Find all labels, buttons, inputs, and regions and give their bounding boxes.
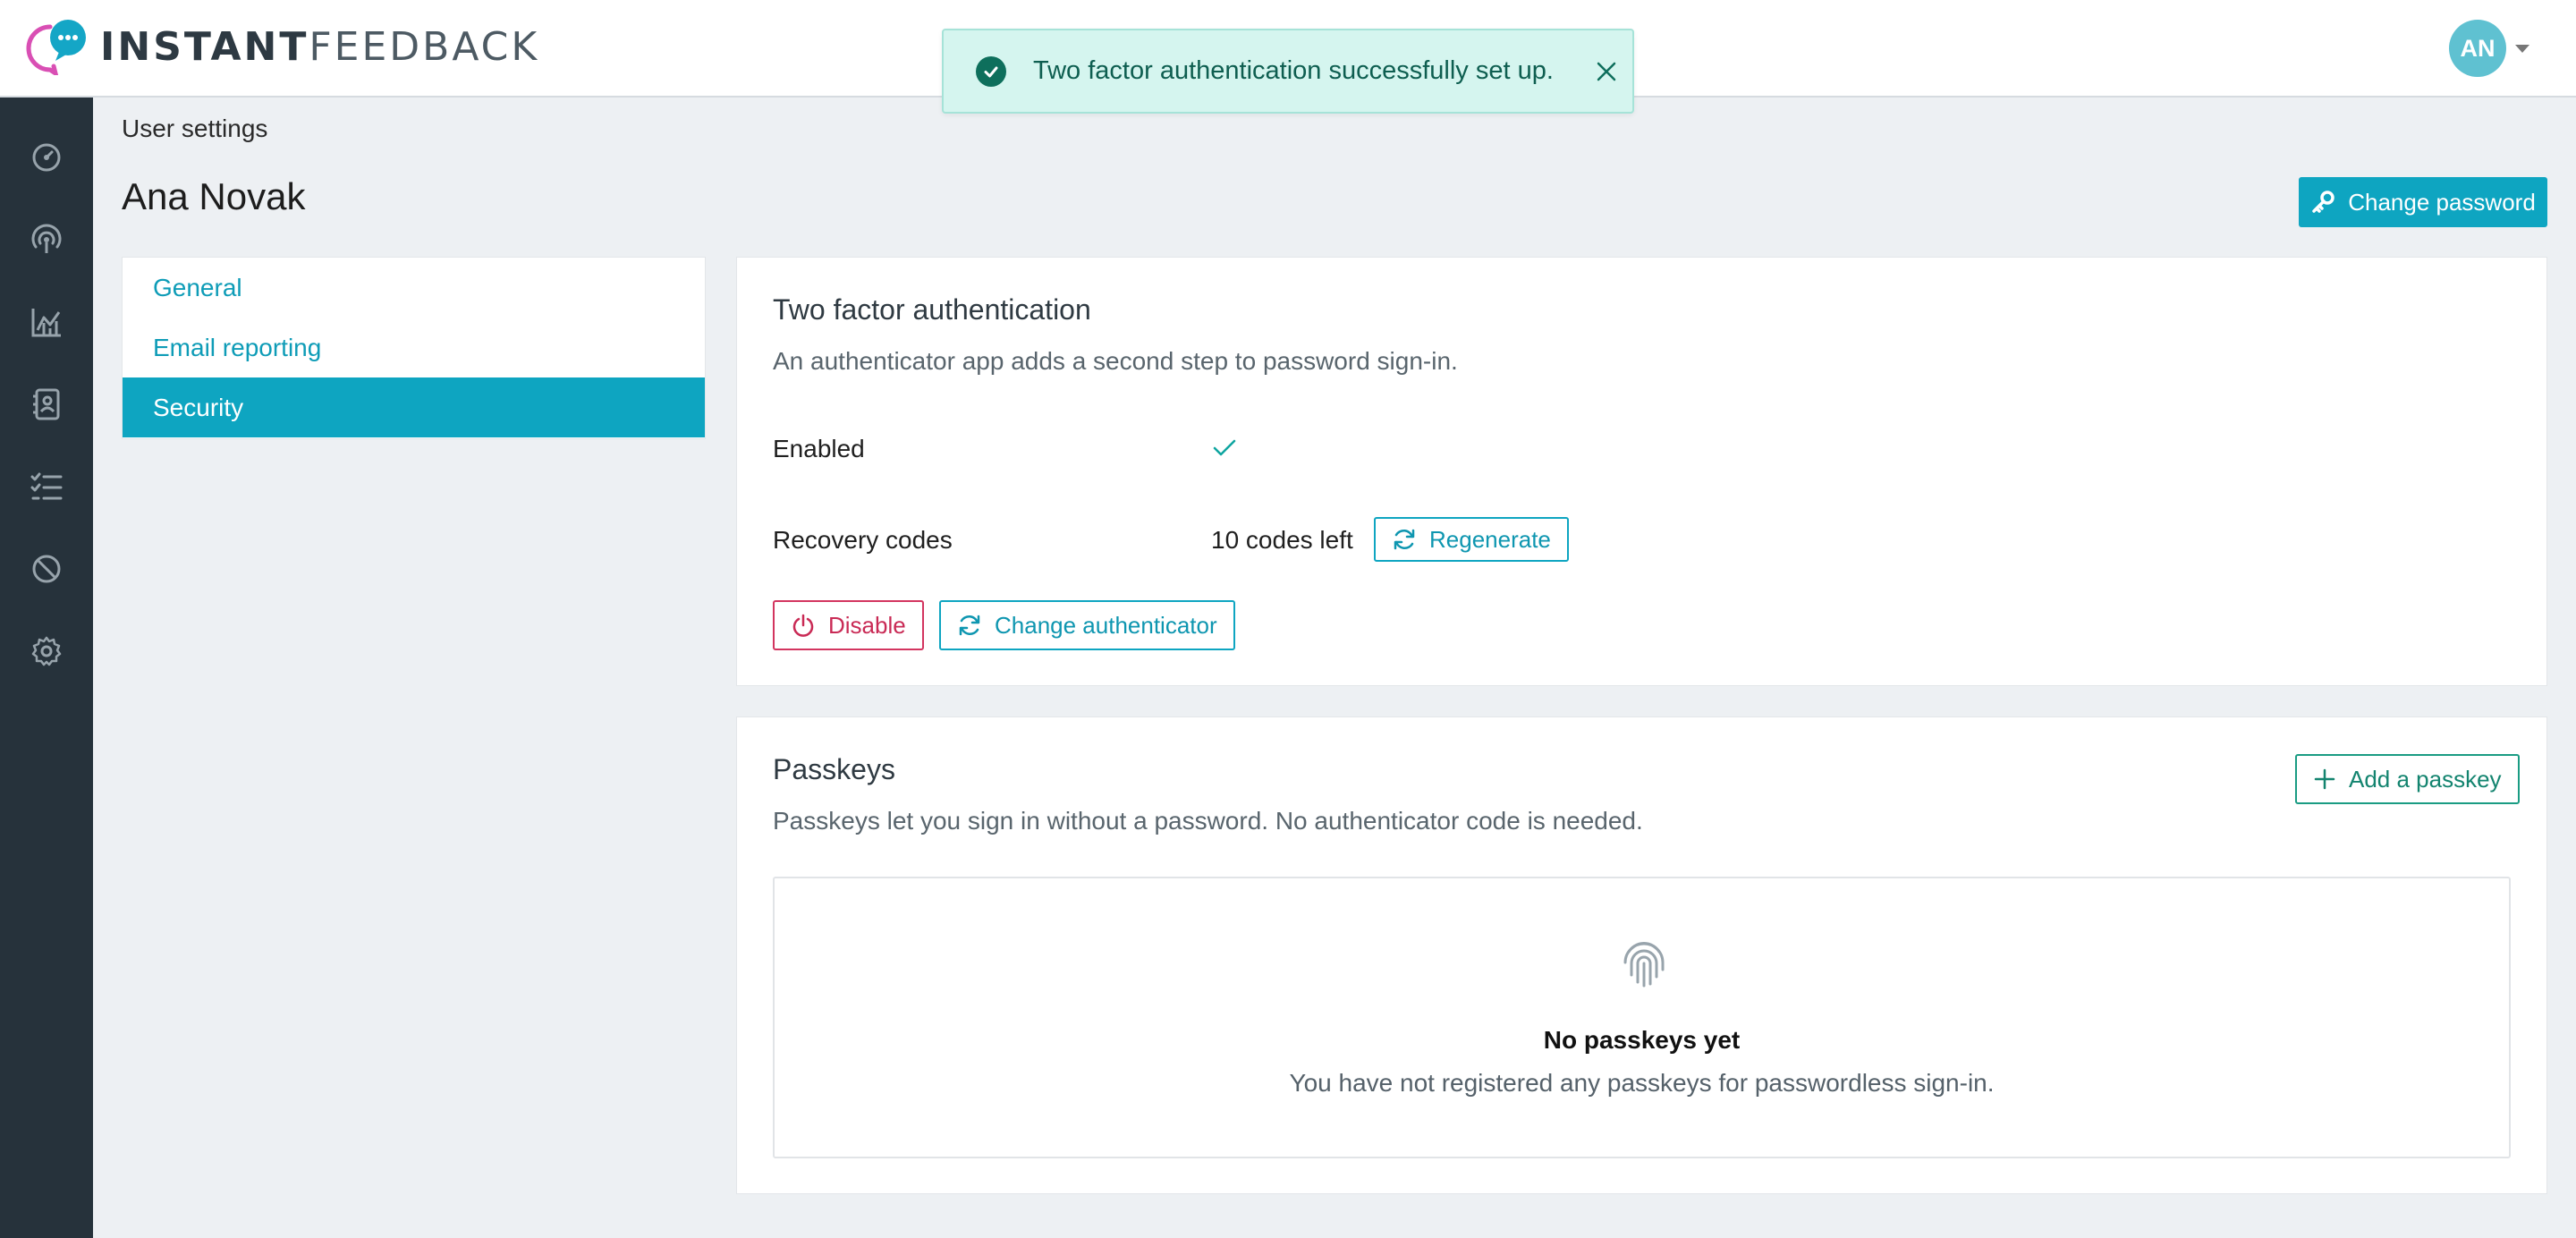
- checklist-icon[interactable]: [29, 469, 64, 505]
- power-icon: [792, 614, 814, 637]
- passkeys-description: Passkeys let you sign in without a passw…: [773, 807, 1643, 835]
- check-icon: [1211, 434, 1238, 467]
- add-passkey-label: Add a passkey: [2349, 765, 2502, 793]
- two-factor-title: Two factor authentication: [773, 293, 1091, 326]
- passkeys-card: Passkeys Passkeys let you sign in withou…: [736, 717, 2547, 1194]
- check-circle-icon: [976, 55, 1006, 87]
- regenerate-label: Regenerate: [1429, 525, 1551, 553]
- app-logo[interactable]: INSTANT FEEDBACK: [20, 18, 539, 75]
- breadcrumb[interactable]: User settings: [122, 114, 267, 143]
- gear-icon[interactable]: [29, 633, 64, 669]
- refresh-icon: [959, 615, 980, 636]
- toast-message: Two factor authentication successfully s…: [1033, 56, 1554, 85]
- page-title: Ana Novak: [122, 175, 306, 217]
- change-authenticator-button[interactable]: Change authenticator: [939, 600, 1235, 650]
- chart-icon[interactable]: [29, 304, 64, 340]
- passkeys-empty-state: No passkeys yet You have not registered …: [773, 877, 2511, 1158]
- menu-item-security[interactable]: Security: [123, 377, 705, 437]
- dashboard-icon[interactable]: [29, 140, 64, 175]
- menu-item-general[interactable]: General: [123, 258, 705, 318]
- recovery-codes-value: 10 codes left: [1211, 526, 1353, 554]
- passkeys-title: Passkeys: [773, 753, 895, 785]
- broadcast-icon[interactable]: [29, 222, 64, 258]
- enabled-label: Enabled: [773, 435, 865, 462]
- block-icon[interactable]: [29, 551, 64, 587]
- change-password-label: Change password: [2348, 188, 2536, 216]
- plus-icon: [2314, 768, 2335, 790]
- two-factor-card: Two factor authentication An authenticat…: [736, 257, 2547, 686]
- change-password-button[interactable]: Change password: [2299, 177, 2547, 227]
- chevron-down-icon[interactable]: [2515, 44, 2529, 53]
- logo-wordmark: INSTANT FEEDBACK: [100, 24, 539, 70]
- user-menu[interactable]: AN: [2449, 20, 2529, 77]
- key-icon: [2312, 191, 2334, 213]
- success-toast: Two factor authentication successfully s…: [942, 29, 1634, 114]
- regenerate-button[interactable]: Regenerate: [1374, 517, 1569, 562]
- empty-state-title: No passkeys yet: [1543, 1026, 1741, 1054]
- change-authenticator-label: Change authenticator: [995, 611, 1217, 639]
- logo-icon: [26, 20, 86, 75]
- menu-item-email-reporting[interactable]: Email reporting: [123, 318, 705, 377]
- refresh-icon: [1394, 529, 1415, 550]
- sidebar: [0, 98, 93, 1238]
- empty-state-text: You have not registered any passkeys for…: [1289, 1069, 1995, 1097]
- logo-text-light: FEEDBACK: [309, 23, 540, 70]
- settings-menu: General Email reporting Security: [122, 257, 706, 439]
- fingerprint-icon: [1620, 936, 1668, 992]
- recovery-codes-label: Recovery codes: [773, 526, 953, 554]
- disable-button[interactable]: Disable: [773, 600, 924, 650]
- close-icon[interactable]: [1593, 58, 1620, 85]
- add-passkey-button[interactable]: Add a passkey: [2295, 754, 2520, 804]
- avatar[interactable]: AN: [2449, 20, 2506, 77]
- disable-label: Disable: [828, 611, 906, 639]
- logo-text-bold: INSTANT: [100, 23, 309, 70]
- contacts-icon[interactable]: [29, 386, 64, 422]
- two-factor-description: An authenticator app adds a second step …: [773, 347, 1458, 375]
